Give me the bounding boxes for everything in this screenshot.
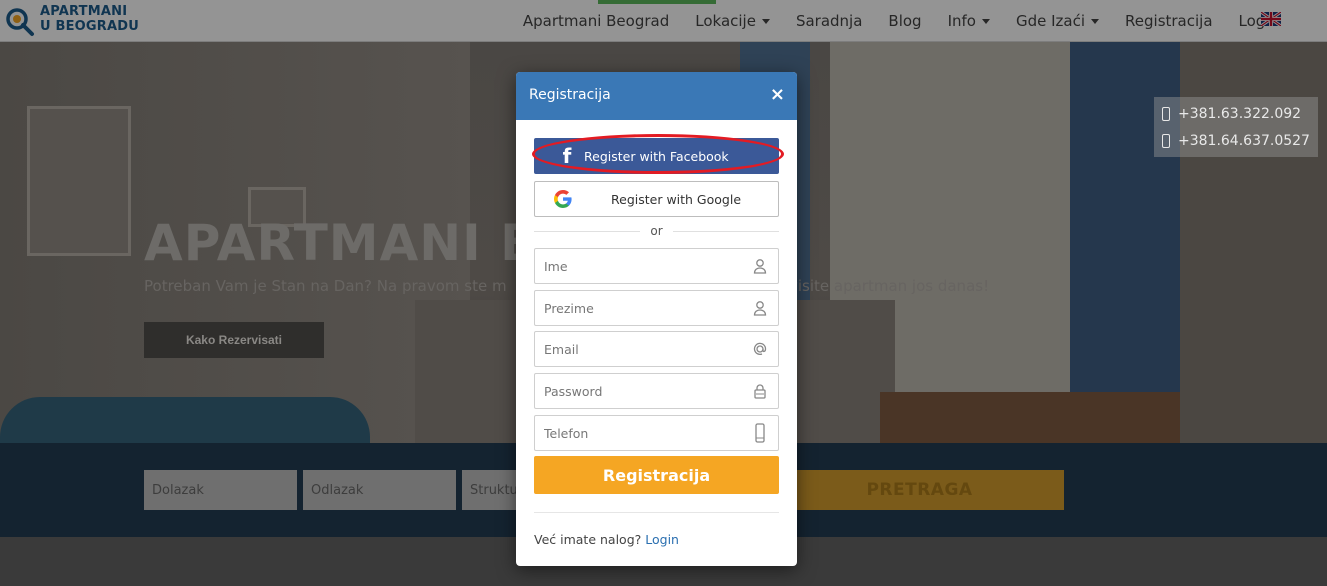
close-icon[interactable]: ×: [770, 85, 785, 105]
modal-divider: [534, 512, 779, 513]
hero-photo-frame: [27, 106, 131, 256]
user-icon: [753, 259, 767, 274]
google-icon: [554, 190, 572, 208]
hero-photo-sofa: [0, 397, 370, 443]
mobile-icon: [755, 423, 765, 443]
phone-input[interactable]: [535, 416, 745, 450]
modal-header: Registracija ×: [516, 72, 797, 120]
register-google-button[interactable]: Register with Google: [534, 181, 779, 217]
register-submit-button[interactable]: Registracija: [534, 456, 779, 494]
last-name-field[interactable]: [534, 290, 779, 326]
phone-box: +381.63.322.092 +381.64.637.0527: [1154, 97, 1318, 157]
navbar: APARTMANI U BEOGRADU Apartmani Beograd L…: [0, 0, 1327, 42]
phone-field[interactable]: [534, 415, 779, 451]
register-facebook-button[interactable]: f Register with Facebook: [534, 138, 779, 174]
google-button-label: Register with Google: [611, 191, 742, 207]
mobile-icon: [1162, 106, 1170, 121]
password-field[interactable]: [534, 373, 779, 409]
or-label: or: [650, 224, 663, 238]
how-to-book-button[interactable]: Kako Rezervisati: [144, 322, 324, 358]
hero-title: APARTMANI B: [144, 214, 540, 272]
modal-title: Registracija: [529, 87, 611, 103]
facebook-icon: f: [562, 144, 572, 168]
phone-line[interactable]: +381.64.637.0527: [1162, 127, 1310, 154]
phone-line[interactable]: +381.63.322.092: [1162, 100, 1310, 127]
user-icon: [753, 301, 767, 316]
email-input[interactable]: [535, 332, 745, 366]
hero-photo-floor: [880, 392, 1180, 443]
last-name-input[interactable]: [535, 291, 745, 325]
phone-number: +381.63.322.092: [1178, 105, 1302, 122]
first-name-input[interactable]: [535, 249, 745, 283]
at-icon: [753, 342, 767, 356]
have-account-text: Već imate nalog?: [534, 532, 642, 547]
registration-modal: Registracija × f Register with Facebook …: [516, 72, 797, 566]
first-name-field[interactable]: [534, 248, 779, 284]
structure-select[interactable]: Struktu: [462, 470, 522, 510]
facebook-button-label: Register with Facebook: [584, 148, 729, 164]
lock-icon: [754, 384, 766, 399]
modal-footer: Već imate nalog? Login: [534, 532, 679, 547]
navbar-overlay: [0, 0, 1327, 42]
divider-line: [672, 230, 779, 232]
or-divider: or: [534, 222, 779, 240]
phone-number: +381.64.637.0527: [1178, 132, 1310, 149]
mobile-icon: [1162, 133, 1170, 148]
search-button[interactable]: PRETRAGA: [775, 470, 1064, 510]
arrival-date-input[interactable]: Dolazak: [144, 470, 297, 510]
login-link[interactable]: Login: [645, 532, 679, 547]
email-field[interactable]: [534, 331, 779, 367]
divider-line: [534, 230, 641, 232]
password-input[interactable]: [535, 374, 745, 408]
departure-date-input[interactable]: Odlazak: [303, 470, 456, 510]
